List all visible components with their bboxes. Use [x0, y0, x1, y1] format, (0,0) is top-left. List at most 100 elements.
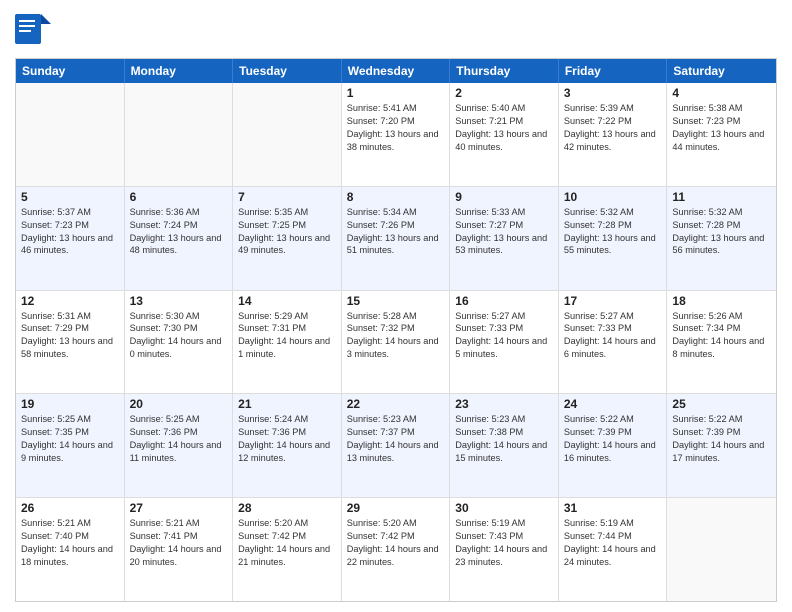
calendar-day-cell: 27 Sunrise: 5:21 AMSunset: 7:41 PMDayligh… — [125, 498, 234, 601]
day-number: 29 — [347, 501, 445, 515]
calendar-day-cell: 21 Sunrise: 5:24 AMSunset: 7:36 PMDayligh… — [233, 394, 342, 497]
day-number: 6 — [130, 190, 228, 204]
day-number: 5 — [21, 190, 119, 204]
calendar-header-day: Wednesday — [342, 59, 451, 83]
day-number: 15 — [347, 294, 445, 308]
calendar-day-cell: 9 Sunrise: 5:33 AMSunset: 7:27 PMDaylight… — [450, 187, 559, 290]
calendar-day-cell: 18Sunrise: 5:26 AMSunset: 7:34 PMDayligh… — [667, 291, 776, 394]
calendar-day-cell: 14 Sunrise: 5:29 AMSunset: 7:31 PMDayligh… — [233, 291, 342, 394]
day-info: Sunrise: 5:21 AMSunset: 7:40 PMDaylight:… — [21, 517, 119, 569]
day-info: Sunrise: 5:26 AMSunset: 7:34 PMDaylight:… — [672, 310, 771, 362]
day-number: 19 — [21, 397, 119, 411]
day-number: 25 — [672, 397, 771, 411]
day-number: 20 — [130, 397, 228, 411]
calendar-header-day: Saturday — [667, 59, 776, 83]
calendar-day-cell: 24 Sunrise: 5:22 AMSunset: 7:39 PMDayligh… — [559, 394, 668, 497]
logo — [15, 10, 55, 50]
day-info: Sunrise: 5:37 AMSunset: 7:23 PMDaylight:… — [21, 206, 119, 258]
calendar-day-cell: 13 Sunrise: 5:30 AMSunset: 7:30 PMDayligh… — [125, 291, 234, 394]
calendar-header-day: Friday — [559, 59, 668, 83]
calendar-week: 1 Sunrise: 5:41 AMSunset: 7:20 PMDaylight… — [16, 83, 776, 187]
calendar-day-cell — [16, 83, 125, 186]
calendar-day-cell: 20 Sunrise: 5:25 AMSunset: 7:36 PMDayligh… — [125, 394, 234, 497]
day-info: Sunrise: 5:40 AMSunset: 7:21 PMDaylight:… — [455, 102, 553, 154]
calendar-header: SundayMondayTuesdayWednesdayThursdayFrid… — [16, 59, 776, 83]
calendar-header-day: Thursday — [450, 59, 559, 83]
day-info: Sunrise: 5:36 AMSunset: 7:24 PMDaylight:… — [130, 206, 228, 258]
day-info: Sunrise: 5:23 AMSunset: 7:38 PMDaylight:… — [455, 413, 553, 465]
day-number: 11 — [672, 190, 771, 204]
day-number: 13 — [130, 294, 228, 308]
day-number: 7 — [238, 190, 336, 204]
calendar-day-cell: 26 Sunrise: 5:21 AMSunset: 7:40 PMDayligh… — [16, 498, 125, 601]
day-number: 21 — [238, 397, 336, 411]
day-info: Sunrise: 5:29 AMSunset: 7:31 PMDaylight:… — [238, 310, 336, 362]
day-info: Sunrise: 5:19 AMSunset: 7:44 PMDaylight:… — [564, 517, 662, 569]
day-info: Sunrise: 5:24 AMSunset: 7:36 PMDaylight:… — [238, 413, 336, 465]
calendar-day-cell: 10 Sunrise: 5:32 AMSunset: 7:28 PMDayligh… — [559, 187, 668, 290]
calendar-week: 12 Sunrise: 5:31 AMSunset: 7:29 PMDayligh… — [16, 291, 776, 395]
calendar-week: 26 Sunrise: 5:21 AMSunset: 7:40 PMDayligh… — [16, 498, 776, 601]
day-info: Sunrise: 5:41 AMSunset: 7:20 PMDaylight:… — [347, 102, 445, 154]
day-info: Sunrise: 5:25 AMSunset: 7:36 PMDaylight:… — [130, 413, 228, 465]
calendar-day-cell: 30Sunrise: 5:19 AMSunset: 7:43 PMDayligh… — [450, 498, 559, 601]
calendar-day-cell: 8Sunrise: 5:34 AMSunset: 7:26 PMDaylight… — [342, 187, 451, 290]
day-number: 3 — [564, 86, 662, 100]
day-info: Sunrise: 5:33 AMSunset: 7:27 PMDaylight:… — [455, 206, 553, 258]
day-info: Sunrise: 5:39 AMSunset: 7:22 PMDaylight:… — [564, 102, 662, 154]
day-number: 10 — [564, 190, 662, 204]
day-number: 23 — [455, 397, 553, 411]
calendar-day-cell: 23 Sunrise: 5:23 AMSunset: 7:38 PMDayligh… — [450, 394, 559, 497]
day-number: 27 — [130, 501, 228, 515]
header — [15, 10, 777, 50]
day-number: 2 — [455, 86, 553, 100]
day-number: 17 — [564, 294, 662, 308]
calendar-day-cell — [125, 83, 234, 186]
calendar-day-cell: 3 Sunrise: 5:39 AMSunset: 7:22 PMDaylight… — [559, 83, 668, 186]
day-number: 26 — [21, 501, 119, 515]
day-number: 28 — [238, 501, 336, 515]
day-number: 4 — [672, 86, 771, 100]
day-info: Sunrise: 5:28 AMSunset: 7:32 PMDaylight:… — [347, 310, 445, 362]
calendar-day-cell: 16 Sunrise: 5:27 AMSunset: 7:33 PMDayligh… — [450, 291, 559, 394]
day-info: Sunrise: 5:27 AMSunset: 7:33 PMDaylight:… — [564, 310, 662, 362]
calendar-day-cell — [233, 83, 342, 186]
calendar-week: 5 Sunrise: 5:37 AMSunset: 7:23 PMDaylight… — [16, 187, 776, 291]
day-number: 8 — [347, 190, 445, 204]
day-number: 9 — [455, 190, 553, 204]
day-info: Sunrise: 5:22 AMSunset: 7:39 PMDaylight:… — [564, 413, 662, 465]
day-number: 1 — [347, 86, 445, 100]
calendar-day-cell: 15 Sunrise: 5:28 AMSunset: 7:32 PMDayligh… — [342, 291, 451, 394]
calendar-day-cell: 4 Sunrise: 5:38 AMSunset: 7:23 PMDaylight… — [667, 83, 776, 186]
day-info: Sunrise: 5:23 AMSunset: 7:37 PMDaylight:… — [347, 413, 445, 465]
calendar-day-cell: 17 Sunrise: 5:27 AMSunset: 7:33 PMDayligh… — [559, 291, 668, 394]
calendar-day-cell: 19 Sunrise: 5:25 AMSunset: 7:35 PMDayligh… — [16, 394, 125, 497]
day-number: 24 — [564, 397, 662, 411]
day-number: 31 — [564, 501, 662, 515]
day-info: Sunrise: 5:27 AMSunset: 7:33 PMDaylight:… — [455, 310, 553, 362]
day-number: 12 — [21, 294, 119, 308]
calendar-week: 19 Sunrise: 5:25 AMSunset: 7:35 PMDayligh… — [16, 394, 776, 498]
logo-icon — [15, 10, 51, 50]
day-info: Sunrise: 5:21 AMSunset: 7:41 PMDaylight:… — [130, 517, 228, 569]
calendar-day-cell: 2 Sunrise: 5:40 AMSunset: 7:21 PMDaylight… — [450, 83, 559, 186]
day-info: Sunrise: 5:35 AMSunset: 7:25 PMDaylight:… — [238, 206, 336, 258]
calendar-day-cell: 22 Sunrise: 5:23 AMSunset: 7:37 PMDayligh… — [342, 394, 451, 497]
page: SundayMondayTuesdayWednesdayThursdayFrid… — [0, 0, 792, 612]
day-number: 16 — [455, 294, 553, 308]
day-info: Sunrise: 5:22 AMSunset: 7:39 PMDaylight:… — [672, 413, 771, 465]
day-info: Sunrise: 5:38 AMSunset: 7:23 PMDaylight:… — [672, 102, 771, 154]
day-info: Sunrise: 5:31 AMSunset: 7:29 PMDaylight:… — [21, 310, 119, 362]
day-number: 14 — [238, 294, 336, 308]
day-number: 22 — [347, 397, 445, 411]
calendar-day-cell: 1 Sunrise: 5:41 AMSunset: 7:20 PMDaylight… — [342, 83, 451, 186]
day-info: Sunrise: 5:32 AMSunset: 7:28 PMDaylight:… — [564, 206, 662, 258]
calendar-day-cell: 25 Sunrise: 5:22 AMSunset: 7:39 PMDayligh… — [667, 394, 776, 497]
day-info: Sunrise: 5:20 AMSunset: 7:42 PMDaylight:… — [238, 517, 336, 569]
calendar-day-cell — [667, 498, 776, 601]
calendar-header-day: Sunday — [16, 59, 125, 83]
day-info: Sunrise: 5:30 AMSunset: 7:30 PMDaylight:… — [130, 310, 228, 362]
day-info: Sunrise: 5:25 AMSunset: 7:35 PMDaylight:… — [21, 413, 119, 465]
day-info: Sunrise: 5:20 AMSunset: 7:42 PMDaylight:… — [347, 517, 445, 569]
day-info: Sunrise: 5:19 AMSunset: 7:43 PMDaylight:… — [455, 517, 553, 569]
